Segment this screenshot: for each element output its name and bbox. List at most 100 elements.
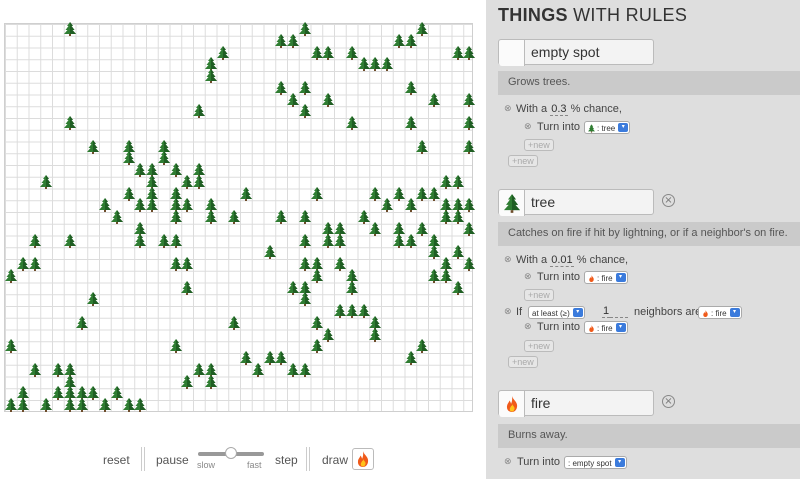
tree-icon[interactable] (181, 257, 194, 271)
tree-icon[interactable] (439, 268, 452, 283)
tree-icon[interactable] (240, 351, 252, 365)
tree-icon[interactable] (463, 198, 476, 213)
tree-icon[interactable] (298, 22, 311, 36)
tree-icon[interactable] (322, 92, 335, 107)
step-button[interactable]: step (275, 453, 298, 467)
tree-icon[interactable] (228, 210, 241, 224)
tree-icon[interactable] (122, 398, 135, 412)
tree-icon[interactable] (463, 45, 476, 60)
comparator-select[interactable]: at least (≥) ▾ (528, 306, 585, 319)
reset-button[interactable]: reset (103, 453, 130, 467)
tree-icon[interactable] (463, 92, 476, 107)
tree-icon[interactable] (193, 174, 205, 189)
tree-icon[interactable] (228, 315, 241, 330)
tree-icon[interactable] (157, 151, 170, 166)
tree-icon[interactable] (298, 233, 311, 248)
tree-icon[interactable] (298, 80, 311, 95)
chance-value[interactable]: 0.01 (550, 254, 574, 267)
tree-icon[interactable] (428, 92, 440, 107)
add-rule-button[interactable]: +new (508, 155, 538, 167)
thing-name[interactable]: fire (531, 395, 550, 411)
tree-icon[interactable] (416, 22, 429, 36)
tree-icon[interactable] (298, 104, 311, 119)
tree-icon[interactable] (63, 398, 76, 412)
tree-icon[interactable] (298, 292, 311, 307)
thing-name-box[interactable]: fire (498, 390, 654, 417)
tree-icon[interactable] (5, 339, 17, 354)
tree-icon[interactable] (310, 268, 323, 283)
tree-icon[interactable] (240, 186, 252, 201)
tree-icon[interactable] (381, 198, 393, 213)
tree-icon[interactable] (52, 362, 64, 377)
neighbor-count[interactable]: 1 (602, 305, 629, 318)
thing-description[interactable]: Burns away. (498, 424, 800, 448)
target-select[interactable]: : fire ▾ (584, 271, 628, 284)
tree-icon[interactable] (463, 139, 476, 154)
tree-icon[interactable] (134, 233, 147, 248)
thing-name-box[interactable]: tree (498, 189, 654, 216)
tree-icon[interactable] (134, 398, 147, 412)
tree-icon[interactable] (345, 45, 358, 60)
remove-rule-icon[interactable]: ⊗ (504, 457, 512, 467)
tree-icon[interactable] (169, 257, 182, 271)
tree-icon[interactable] (204, 374, 217, 389)
tree-icon[interactable] (392, 233, 405, 248)
tree-icon[interactable] (451, 174, 464, 189)
tree-icon[interactable] (5, 268, 17, 283)
tree-icon[interactable] (216, 45, 229, 60)
tree-icon[interactable] (204, 69, 217, 83)
remove-rule-icon[interactable]: ⊗ (504, 104, 512, 114)
tree-icon[interactable] (287, 362, 299, 377)
tree-icon[interactable] (310, 339, 323, 354)
tree-icon[interactable] (28, 257, 41, 271)
tree-icon[interactable] (52, 386, 64, 401)
tree-icon[interactable] (439, 174, 452, 189)
tree-icon[interactable] (416, 139, 429, 154)
tree-icon[interactable] (28, 362, 41, 377)
tree-icon[interactable] (204, 210, 217, 224)
tree-icon[interactable] (251, 362, 264, 377)
tree-icon[interactable] (369, 186, 382, 201)
add-action-button[interactable]: +new (524, 340, 554, 352)
tree-icon[interactable] (322, 327, 335, 342)
tree-icon[interactable] (181, 374, 194, 389)
tree-icon[interactable] (275, 210, 288, 224)
tree-icon[interactable] (87, 386, 100, 401)
pause-button[interactable]: pause (156, 453, 189, 467)
tree-icon[interactable] (404, 80, 417, 95)
tree-icon[interactable] (428, 268, 440, 283)
tree-icon[interactable] (298, 210, 311, 224)
add-action-button[interactable]: +new (524, 289, 554, 301)
tree-icon[interactable] (392, 33, 405, 48)
tree-icon[interactable] (334, 304, 346, 318)
tree-icon[interactable] (310, 315, 323, 330)
tree-icon[interactable] (322, 233, 335, 248)
tree-icon[interactable] (63, 233, 76, 248)
tree-icon[interactable] (110, 386, 123, 401)
tree-icon[interactable] (322, 45, 335, 60)
remove-action-icon[interactable]: ⊗ (524, 122, 532, 132)
tree-icon[interactable] (40, 174, 53, 189)
tree-icon[interactable] (275, 351, 288, 365)
remove-thing-icon[interactable]: × (662, 194, 675, 207)
tree-icon[interactable] (263, 245, 276, 260)
target-select[interactable]: : empty spot ▾ (564, 456, 627, 469)
tree-icon[interactable] (87, 292, 100, 307)
tree-icon[interactable] (28, 233, 41, 248)
tree-icon[interactable] (345, 304, 358, 318)
tree-icon[interactable] (298, 362, 311, 377)
thing-name-box[interactable]: empty spot (498, 39, 654, 66)
tree-icon[interactable] (357, 304, 370, 318)
tree-icon[interactable] (451, 210, 464, 224)
tree-icon[interactable] (193, 104, 205, 119)
tree-icon[interactable] (16, 398, 29, 412)
tree-icon[interactable] (463, 257, 476, 271)
add-rule-button[interactable]: +new (508, 356, 538, 368)
tree-icon[interactable] (16, 257, 29, 271)
tree-icon[interactable] (99, 398, 111, 412)
tree-icon[interactable] (451, 245, 464, 260)
tree-icon[interactable] (369, 57, 382, 72)
tree-icon[interactable] (463, 221, 476, 236)
tree-icon[interactable] (310, 186, 323, 201)
remove-rule-icon[interactable]: ⊗ (504, 255, 512, 265)
